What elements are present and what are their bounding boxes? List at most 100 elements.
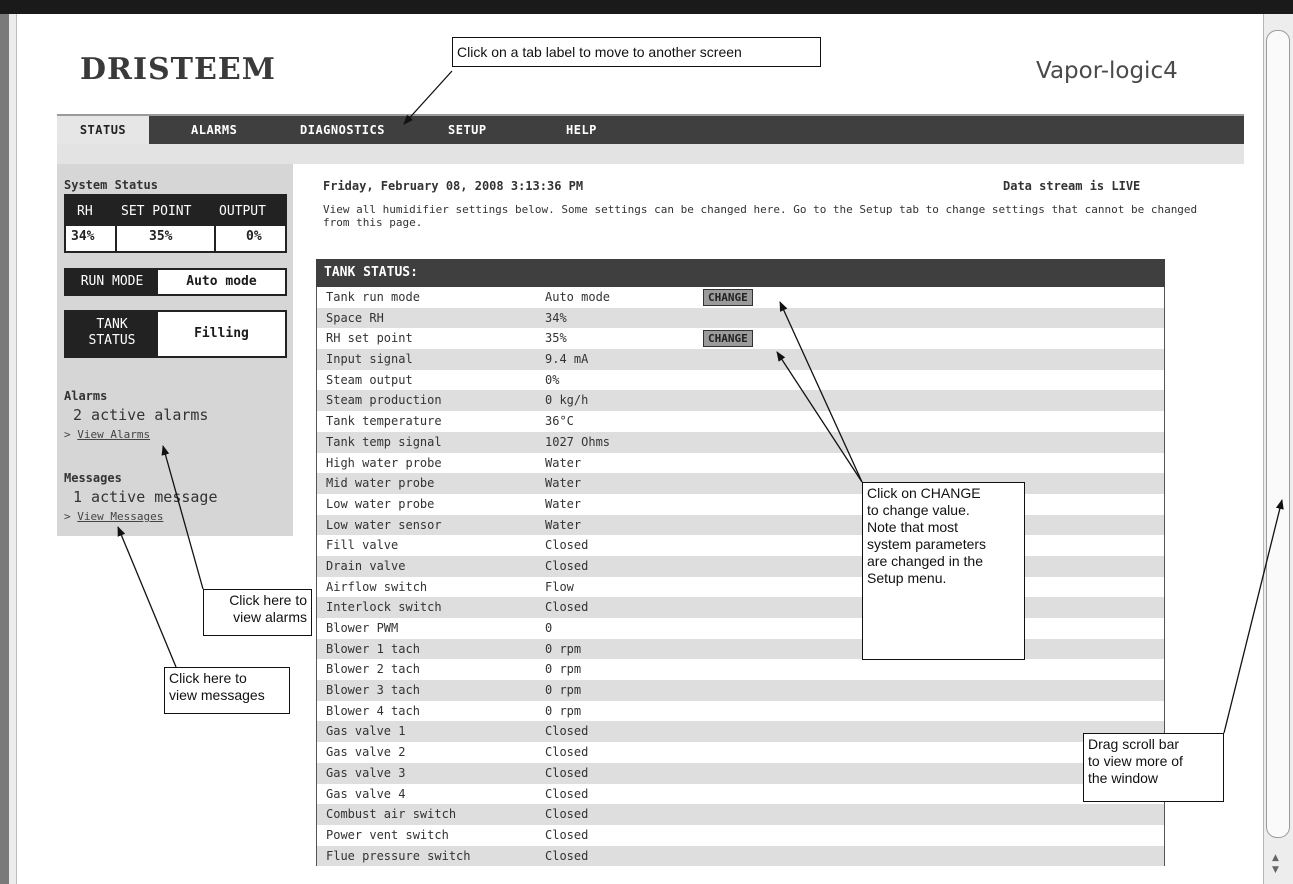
view-messages-row: > View Messages: [64, 510, 163, 523]
parameter-value: Closed: [545, 600, 589, 615]
parameter-name: Blower 1 tach: [326, 641, 420, 656]
product-name: Vapor-logic4: [1036, 58, 1178, 84]
callout-line: to view more of: [1088, 753, 1183, 769]
link-prefix: >: [64, 428, 71, 441]
parameter-name: Airflow switch: [326, 579, 428, 594]
table-row: Gas valve 1 Closed: [317, 721, 1164, 743]
parameter-value: Closed: [545, 807, 589, 822]
scroll-down-icon[interactable]: ▼: [1272, 866, 1279, 875]
table-row: Gas valve 4 Closed: [317, 784, 1164, 805]
table-row: RH set point 35% CHANGE: [317, 328, 1164, 349]
view-messages-link[interactable]: View Messages: [77, 510, 163, 523]
parameter-value: 0 rpm: [545, 641, 582, 656]
table-row: Blower 3 tach 0 rpm: [317, 680, 1164, 701]
table-row: Fill valve Closed: [317, 535, 1164, 556]
parameter-name: Power vent switch: [326, 827, 449, 842]
tank-status-label-line1: TANK: [96, 317, 128, 332]
parameter-value: 0 rpm: [545, 703, 582, 718]
parameter-name: Steam output: [326, 372, 413, 387]
output-value: 0%: [246, 229, 262, 244]
link-prefix: >: [64, 510, 71, 523]
parameter-value: Water: [545, 517, 582, 532]
parameter-name: Interlock switch: [326, 600, 442, 615]
scroll-up-icon[interactable]: ▲: [1272, 854, 1279, 863]
window-top-bar: [0, 0, 1293, 14]
setpoint-column-header: SET POINT: [121, 204, 192, 219]
parameter-value: 1027 Ohms: [545, 434, 611, 449]
rh-value: 34%: [71, 229, 95, 244]
parameter-value: Water: [545, 476, 582, 491]
system-status-header: RH SET POINT OUTPUT: [66, 196, 285, 226]
callout-alarms: Click here to view alarms: [203, 589, 312, 636]
tank-status-label: TANK STATUS: [66, 312, 158, 356]
table-row: Airflow switch Flow: [317, 577, 1164, 598]
callout-line: are changed in the: [867, 553, 983, 569]
parameter-value: Water: [545, 455, 582, 470]
parameter-name: Blower 3 tach: [326, 683, 420, 698]
table-row: Tank temperature 36°C: [317, 411, 1164, 432]
tab-bar: STATUS ALARMS DIAGNOSTICS SETUP HELP: [57, 114, 1244, 144]
change-button[interactable]: CHANGE: [703, 289, 753, 306]
parameter-value: Closed: [545, 786, 589, 801]
parameter-value: Auto mode: [545, 290, 611, 304]
tank-status-title: TANK STATUS:: [316, 259, 1165, 287]
parameter-value: Closed: [545, 765, 589, 780]
tab-diagnostics[interactable]: DIAGNOSTICS: [300, 116, 385, 144]
parameter-name: Flue pressure switch: [326, 848, 471, 863]
app-window: ▲ ▼ DRISTEEM Vapor-logic4 STATUS ALARMS …: [0, 0, 1293, 884]
parameter-name: Mid water probe: [326, 476, 435, 491]
table-row: Flue pressure switch Closed: [317, 845, 1164, 867]
table-row: Low water probe Water: [317, 494, 1164, 515]
alarms-title: Alarms: [64, 389, 108, 403]
parameter-name: Steam production: [326, 393, 442, 408]
parameter-value: Closed: [545, 745, 589, 760]
table-row: High water probe Water: [317, 453, 1164, 474]
run-mode-box: RUN MODE Auto mode: [64, 268, 287, 296]
callout-line: Click on CHANGE: [867, 485, 981, 501]
parameter-name: Tank temperature: [326, 414, 442, 429]
run-mode-value: Auto mode: [186, 274, 257, 289]
tab-help[interactable]: HELP: [566, 116, 597, 144]
parameter-value: Flow: [545, 579, 574, 594]
table-row: Space RH 34%: [317, 307, 1164, 329]
system-status-title: System Status: [64, 178, 158, 192]
table-row: Input signal 9.4 mA: [317, 349, 1164, 370]
callout-line: Click here to: [169, 670, 247, 686]
parameter-value: Water: [545, 496, 582, 511]
parameter-name: Space RH: [326, 310, 384, 325]
table-row: Blower 2 tach 0 rpm: [317, 659, 1164, 680]
parameter-name: Gas valve 1: [326, 724, 406, 739]
tank-status-value: Filling: [194, 326, 249, 341]
parameter-name: RH set point: [326, 331, 413, 346]
tab-setup[interactable]: SETUP: [448, 116, 487, 144]
callout-line: view messages: [169, 687, 265, 703]
output-column-header: OUTPUT: [219, 204, 266, 219]
messages-count: 1 active message: [73, 488, 218, 506]
table-row: Low water sensor Water: [317, 514, 1164, 536]
run-mode-label: RUN MODE: [66, 270, 158, 294]
setpoint-value: 35%: [149, 229, 173, 244]
parameter-value: Closed: [545, 827, 589, 842]
data-stream-status: Data stream is LIVE: [1003, 179, 1141, 193]
parameter-value: Closed: [545, 848, 589, 863]
parameter-name: Tank temp signal: [326, 434, 442, 449]
table-row: Gas valve 3 Closed: [317, 762, 1164, 784]
table-row: Drain valve Closed: [317, 555, 1164, 577]
view-alarms-link[interactable]: View Alarms: [77, 428, 150, 441]
parameter-name: Combust air switch: [326, 807, 457, 822]
scrollbar-thumb[interactable]: [1266, 30, 1290, 838]
parameter-name: Low water probe: [326, 496, 435, 511]
parameter-name: Gas valve 2: [326, 745, 406, 760]
table-row: Blower PWM 0: [317, 618, 1164, 639]
callout-line: system parameters: [867, 536, 987, 552]
parameter-value: 34%: [545, 310, 567, 325]
tank-status-box: TANK STATUS Filling: [64, 310, 287, 358]
messages-title: Messages: [64, 471, 122, 485]
tab-alarms[interactable]: ALARMS: [191, 116, 237, 144]
logo-text: DRISTEEM: [80, 52, 276, 87]
change-button[interactable]: CHANGE: [703, 330, 753, 348]
parameter-name: Low water sensor: [326, 517, 442, 532]
tab-status[interactable]: STATUS: [57, 116, 149, 144]
parameter-value: 0%: [545, 372, 560, 387]
callout-line: Click here to: [229, 592, 307, 608]
